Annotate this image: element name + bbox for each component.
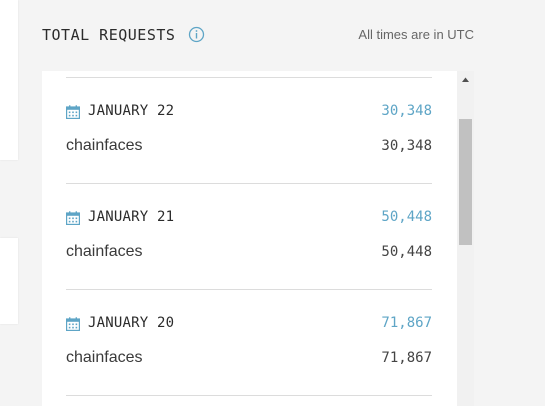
- side-card-top: [0, 0, 18, 160]
- calendar-icon: [66, 104, 81, 119]
- requests-list[interactable]: JANUARY 22 30,348 chainfaces 30,348 JANU…: [42, 71, 457, 406]
- day-header: JANUARY 21 50,448: [66, 208, 432, 228]
- calendar-icon: [66, 316, 81, 331]
- calendar-icon: [66, 210, 81, 225]
- project-name: chainfaces: [66, 349, 143, 366]
- requests-header: TOTAL REQUESTS All times are in UTC: [42, 25, 474, 47]
- day-total: 71,867: [381, 315, 432, 331]
- side-card-bottom: [0, 238, 18, 324]
- timezone-note: All times are in UTC: [358, 27, 474, 42]
- project-count: 50,448: [381, 244, 432, 260]
- divider: [66, 395, 432, 396]
- project-row: chainfaces 30,348: [66, 137, 432, 157]
- info-icon[interactable]: [188, 26, 205, 43]
- requests-panel: JANUARY 22 30,348 chainfaces 30,348 JANU…: [42, 71, 474, 406]
- day-date: JANUARY 21: [88, 209, 175, 225]
- project-row: chainfaces 71,867: [66, 349, 432, 369]
- divider: [66, 183, 432, 184]
- project-name: chainfaces: [66, 137, 143, 154]
- section-title: TOTAL REQUESTS: [42, 26, 176, 44]
- day-date: JANUARY 22: [88, 103, 175, 119]
- day-date: JANUARY 20: [88, 315, 175, 331]
- project-name: chainfaces: [66, 243, 143, 260]
- day-header: JANUARY 20 71,867: [66, 314, 432, 334]
- vertical-scrollbar[interactable]: [457, 71, 474, 406]
- day-header: JANUARY 22 30,348: [66, 102, 432, 122]
- day-total: 30,348: [381, 103, 432, 119]
- divider: [66, 289, 432, 290]
- divider: [66, 77, 432, 78]
- project-row: chainfaces 50,448: [66, 243, 432, 263]
- chevron-up-icon[interactable]: [457, 71, 474, 88]
- project-count: 71,867: [381, 350, 432, 366]
- scrollbar-thumb[interactable]: [459, 119, 472, 245]
- day-total: 50,448: [381, 209, 432, 225]
- project-count: 30,348: [381, 138, 432, 154]
